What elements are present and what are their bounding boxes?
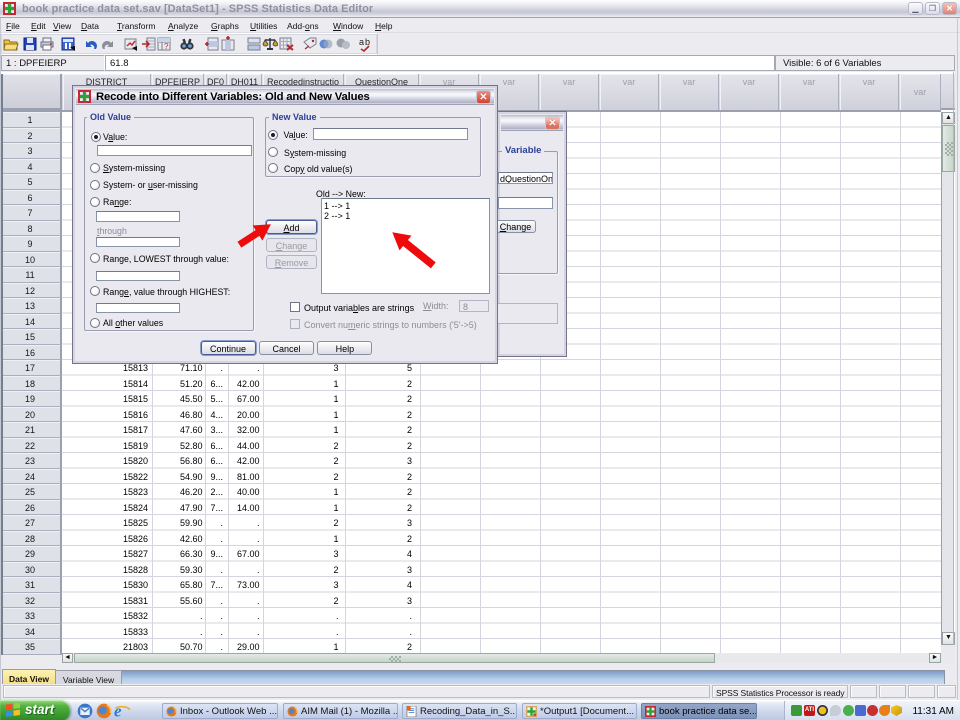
svg-text:b: b <box>365 37 370 47</box>
svg-text:?: ? <box>164 42 169 51</box>
svg-text:e: e <box>114 702 122 719</box>
svg-text:a: a <box>359 37 364 47</box>
